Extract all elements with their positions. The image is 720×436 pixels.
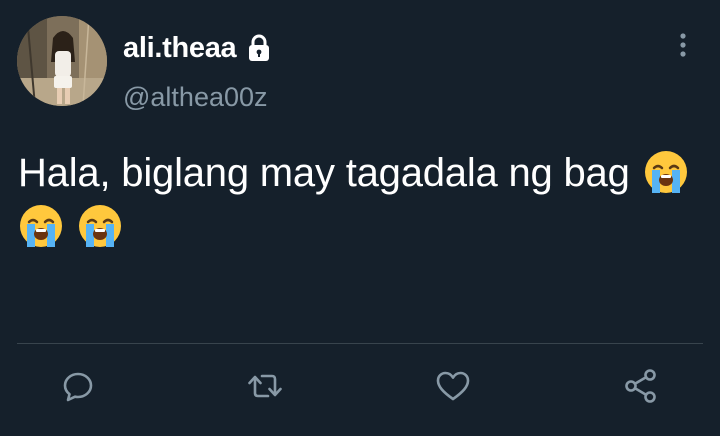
retweet-icon <box>246 369 284 403</box>
avatar[interactable] <box>17 16 107 106</box>
like-button[interactable] <box>433 366 473 406</box>
tweet-text: Hala, biglang may tagadala ng bag <box>18 146 708 254</box>
lock-icon <box>244 33 274 63</box>
profile-photo <box>17 16 107 106</box>
more-vertical-icon[interactable] <box>674 32 692 58</box>
share-icon <box>623 368 659 404</box>
tweet-card: ali.theaa @althea00z Hala, biglang may t… <box>0 0 720 436</box>
display-name[interactable]: ali.theaa <box>123 32 237 65</box>
heart-icon <box>435 369 471 403</box>
user-handle[interactable]: @althea00z <box>123 82 268 113</box>
tweet-body: Hala, biglang may tagadala ng bag <box>18 151 630 195</box>
reply-button[interactable] <box>58 366 98 406</box>
share-button[interactable] <box>621 366 661 406</box>
tweet-actions <box>0 366 720 410</box>
divider <box>17 343 703 344</box>
loudly-crying-face-icon <box>77 203 123 249</box>
loudly-crying-face-icon <box>18 203 64 249</box>
retweet-button[interactable] <box>245 366 285 406</box>
loudly-crying-face-icon <box>643 149 689 195</box>
display-name-row: ali.theaa <box>123 30 274 66</box>
reply-icon <box>61 369 95 403</box>
